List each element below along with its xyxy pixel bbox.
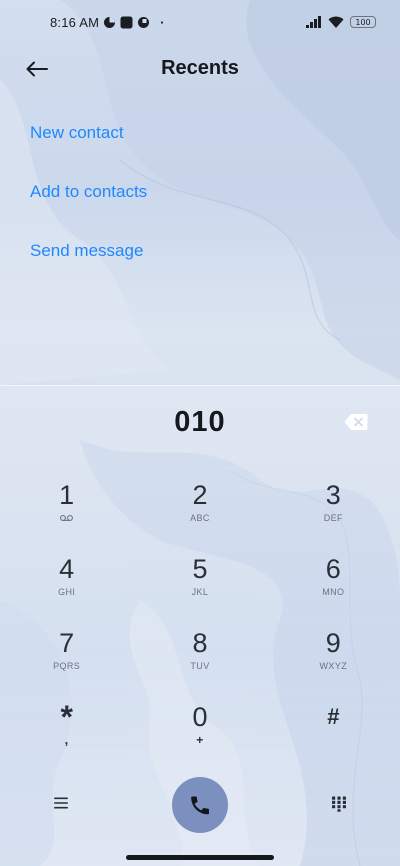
key-letters: ABC — [190, 513, 210, 523]
wifi-icon — [328, 16, 344, 28]
key-digit: 1 — [59, 480, 75, 510]
key-digit: 7 — [59, 628, 75, 658]
back-arrow-icon — [26, 61, 48, 77]
key-digit: 9 — [325, 628, 341, 658]
key-8[interactable]: 8 TUV — [133, 628, 266, 702]
send-message-link[interactable]: Send message — [30, 221, 147, 280]
key-3[interactable]: 3 DEF — [267, 480, 400, 554]
dialer-panel: 010 1 2 ABC 3 DEF 4 GHI 5 JKL 6 MNO 7 PQ… — [0, 385, 400, 866]
dialpad-row: * , 0 + # — [0, 699, 400, 776]
call-button[interactable] — [172, 777, 228, 833]
battery-icon: 100 — [350, 16, 376, 28]
key-digit: 6 — [325, 554, 341, 584]
status-bar: 8:16 AM · 100 — [0, 0, 400, 44]
backspace-button[interactable] — [344, 413, 368, 431]
dialer-bottom-bar — [0, 777, 400, 833]
dialpad: 1 2 ABC 3 DEF 4 GHI 5 JKL 6 MNO 7 PQRS 8… — [0, 480, 400, 776]
stop-icon — [120, 16, 133, 28]
key-letters: TUV — [190, 661, 210, 671]
key-letters: + — [196, 733, 204, 747]
key-digit: 0 — [192, 702, 208, 732]
dialpad-row: 4 GHI 5 JKL 6 MNO — [0, 554, 400, 628]
status-time: 8:16 AM — [50, 14, 100, 30]
key-letters: MNO — [322, 587, 345, 597]
data-saver-icon — [104, 16, 116, 28]
page-title: Recents — [161, 56, 239, 79]
top-bar: Recents — [0, 44, 400, 92]
key-4[interactable]: 4 GHI — [0, 554, 133, 628]
signal-icon — [306, 16, 321, 28]
key-digit: # — [327, 704, 340, 729]
add-to-contacts-link[interactable]: Add to contacts — [30, 162, 147, 221]
key-letters: JKL — [191, 587, 209, 597]
key-digit: 5 — [192, 554, 208, 584]
app-notification-icon — [138, 16, 150, 28]
voicemail-icon — [60, 515, 74, 521]
key-letters: PQRS — [53, 661, 81, 671]
key-letters: , — [64, 732, 69, 747]
key-letters: DEF — [323, 513, 343, 523]
key-2[interactable]: 2 ABC — [133, 480, 266, 554]
phone-icon — [191, 796, 209, 815]
home-indicator[interactable] — [126, 855, 274, 860]
key-letters: GHI — [58, 587, 76, 597]
menu-icon[interactable] — [53, 796, 69, 810]
key-1[interactable]: 1 — [0, 480, 133, 554]
key-9[interactable]: 9 WXYZ — [267, 628, 400, 702]
dialpad-row: 1 2 ABC 3 DEF — [0, 480, 400, 554]
key-0[interactable]: 0 + — [133, 702, 266, 776]
key-letters: WXYZ — [319, 661, 348, 671]
status-dot: · — [160, 14, 165, 30]
key-star[interactable]: * , — [0, 699, 133, 776]
key-7[interactable]: 7 PQRS — [0, 628, 133, 702]
key-digit: 4 — [59, 554, 75, 584]
key-digit: 3 — [325, 480, 341, 510]
dialpad-row: 7 PQRS 8 TUV 9 WXYZ — [0, 628, 400, 702]
new-contact-link[interactable]: New contact — [30, 103, 147, 162]
key-digit: 2 — [192, 480, 208, 510]
key-hash[interactable]: # — [267, 702, 400, 776]
key-5[interactable]: 5 JKL — [133, 554, 266, 628]
key-6[interactable]: 6 MNO — [267, 554, 400, 628]
dialpad-icon[interactable] — [331, 796, 347, 812]
key-digit: 8 — [192, 628, 208, 658]
back-button[interactable] — [22, 54, 52, 84]
dialed-number: 010 — [174, 406, 226, 438]
contact-actions: New contact Add to contacts Send message — [30, 103, 147, 280]
key-digit: * — [60, 699, 73, 735]
